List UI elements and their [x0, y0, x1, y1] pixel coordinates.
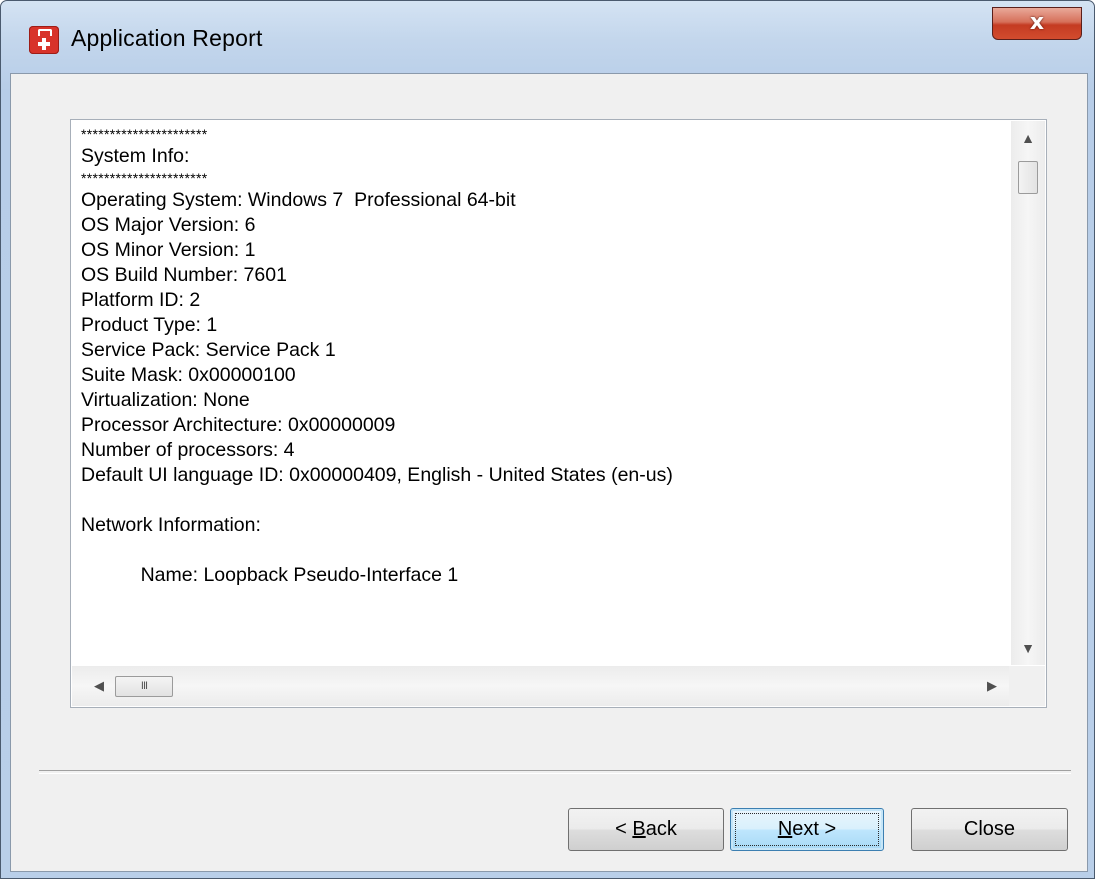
window-close-button[interactable]: x — [992, 7, 1082, 40]
report-line — [81, 538, 1006, 563]
window-title: Application Report — [71, 25, 263, 51]
back-button[interactable]: < Back — [568, 808, 724, 851]
report-line: ********************** — [81, 126, 208, 142]
focus-rectangle — [735, 813, 879, 846]
separator-line — [39, 770, 1071, 774]
arrow-up-icon[interactable]: ▲ — [1011, 121, 1045, 155]
report-line: Product Type: 1 — [81, 314, 218, 336]
report-line: Suite Mask: 0x00000100 — [81, 364, 296, 386]
report-line: OS Minor Version: 1 — [81, 239, 256, 261]
report-line: OS Build Number: 7601 — [81, 264, 287, 286]
arrow-left-icon[interactable]: ◀ — [82, 666, 116, 706]
report-line: Operating System: Windows 7 Professional… — [81, 189, 516, 211]
report-text: ********************** System Info: ******… — [81, 125, 1006, 665]
report-line — [81, 488, 1006, 513]
report-line: Network Information: — [81, 514, 261, 536]
report-line: OS Major Version: 6 — [81, 214, 256, 236]
first-aid-kit-icon — [29, 26, 59, 54]
report-line: System Info: — [81, 145, 190, 167]
report-line: Number of processors: 4 — [81, 439, 295, 461]
scrollbar-corner — [1009, 666, 1045, 706]
report-line: Name: Loopback Pseudo-Interface 1 — [81, 564, 459, 586]
close-button[interactable]: Close — [911, 808, 1068, 851]
report-line: Default UI language ID: 0x00000409, Engl… — [81, 464, 673, 486]
report-line: Processor Architecture: 0x00000009 — [81, 414, 396, 436]
dialog-client-area: ********************** System Info: ******… — [10, 73, 1088, 872]
report-line: Virtualization: None — [81, 389, 250, 411]
report-line: Platform ID: 2 — [81, 289, 201, 311]
report-line: ********************** — [81, 170, 208, 186]
application-report-window: Application Report x *******************… — [0, 0, 1095, 879]
horizontal-scroll-thumb[interactable]: III — [115, 676, 173, 697]
vertical-scroll-thumb[interactable] — [1018, 161, 1038, 194]
arrow-right-icon[interactable]: ▶ — [975, 666, 1009, 706]
back-button-label: ack — [645, 818, 677, 840]
arrow-down-icon[interactable]: ▼ — [1011, 631, 1045, 665]
back-button-mnemonic: B — [632, 818, 646, 840]
back-button-prefix: < — [615, 818, 633, 840]
horizontal-scrollbar[interactable]: ◀ III ▶ — [72, 666, 1009, 706]
vertical-scrollbar[interactable]: ▲ ▼ — [1011, 121, 1045, 665]
next-button[interactable]: Next > — [730, 808, 884, 851]
report-text-box[interactable]: ********************** System Info: ******… — [70, 119, 1047, 708]
report-line: Service Pack: Service Pack 1 — [81, 339, 336, 361]
